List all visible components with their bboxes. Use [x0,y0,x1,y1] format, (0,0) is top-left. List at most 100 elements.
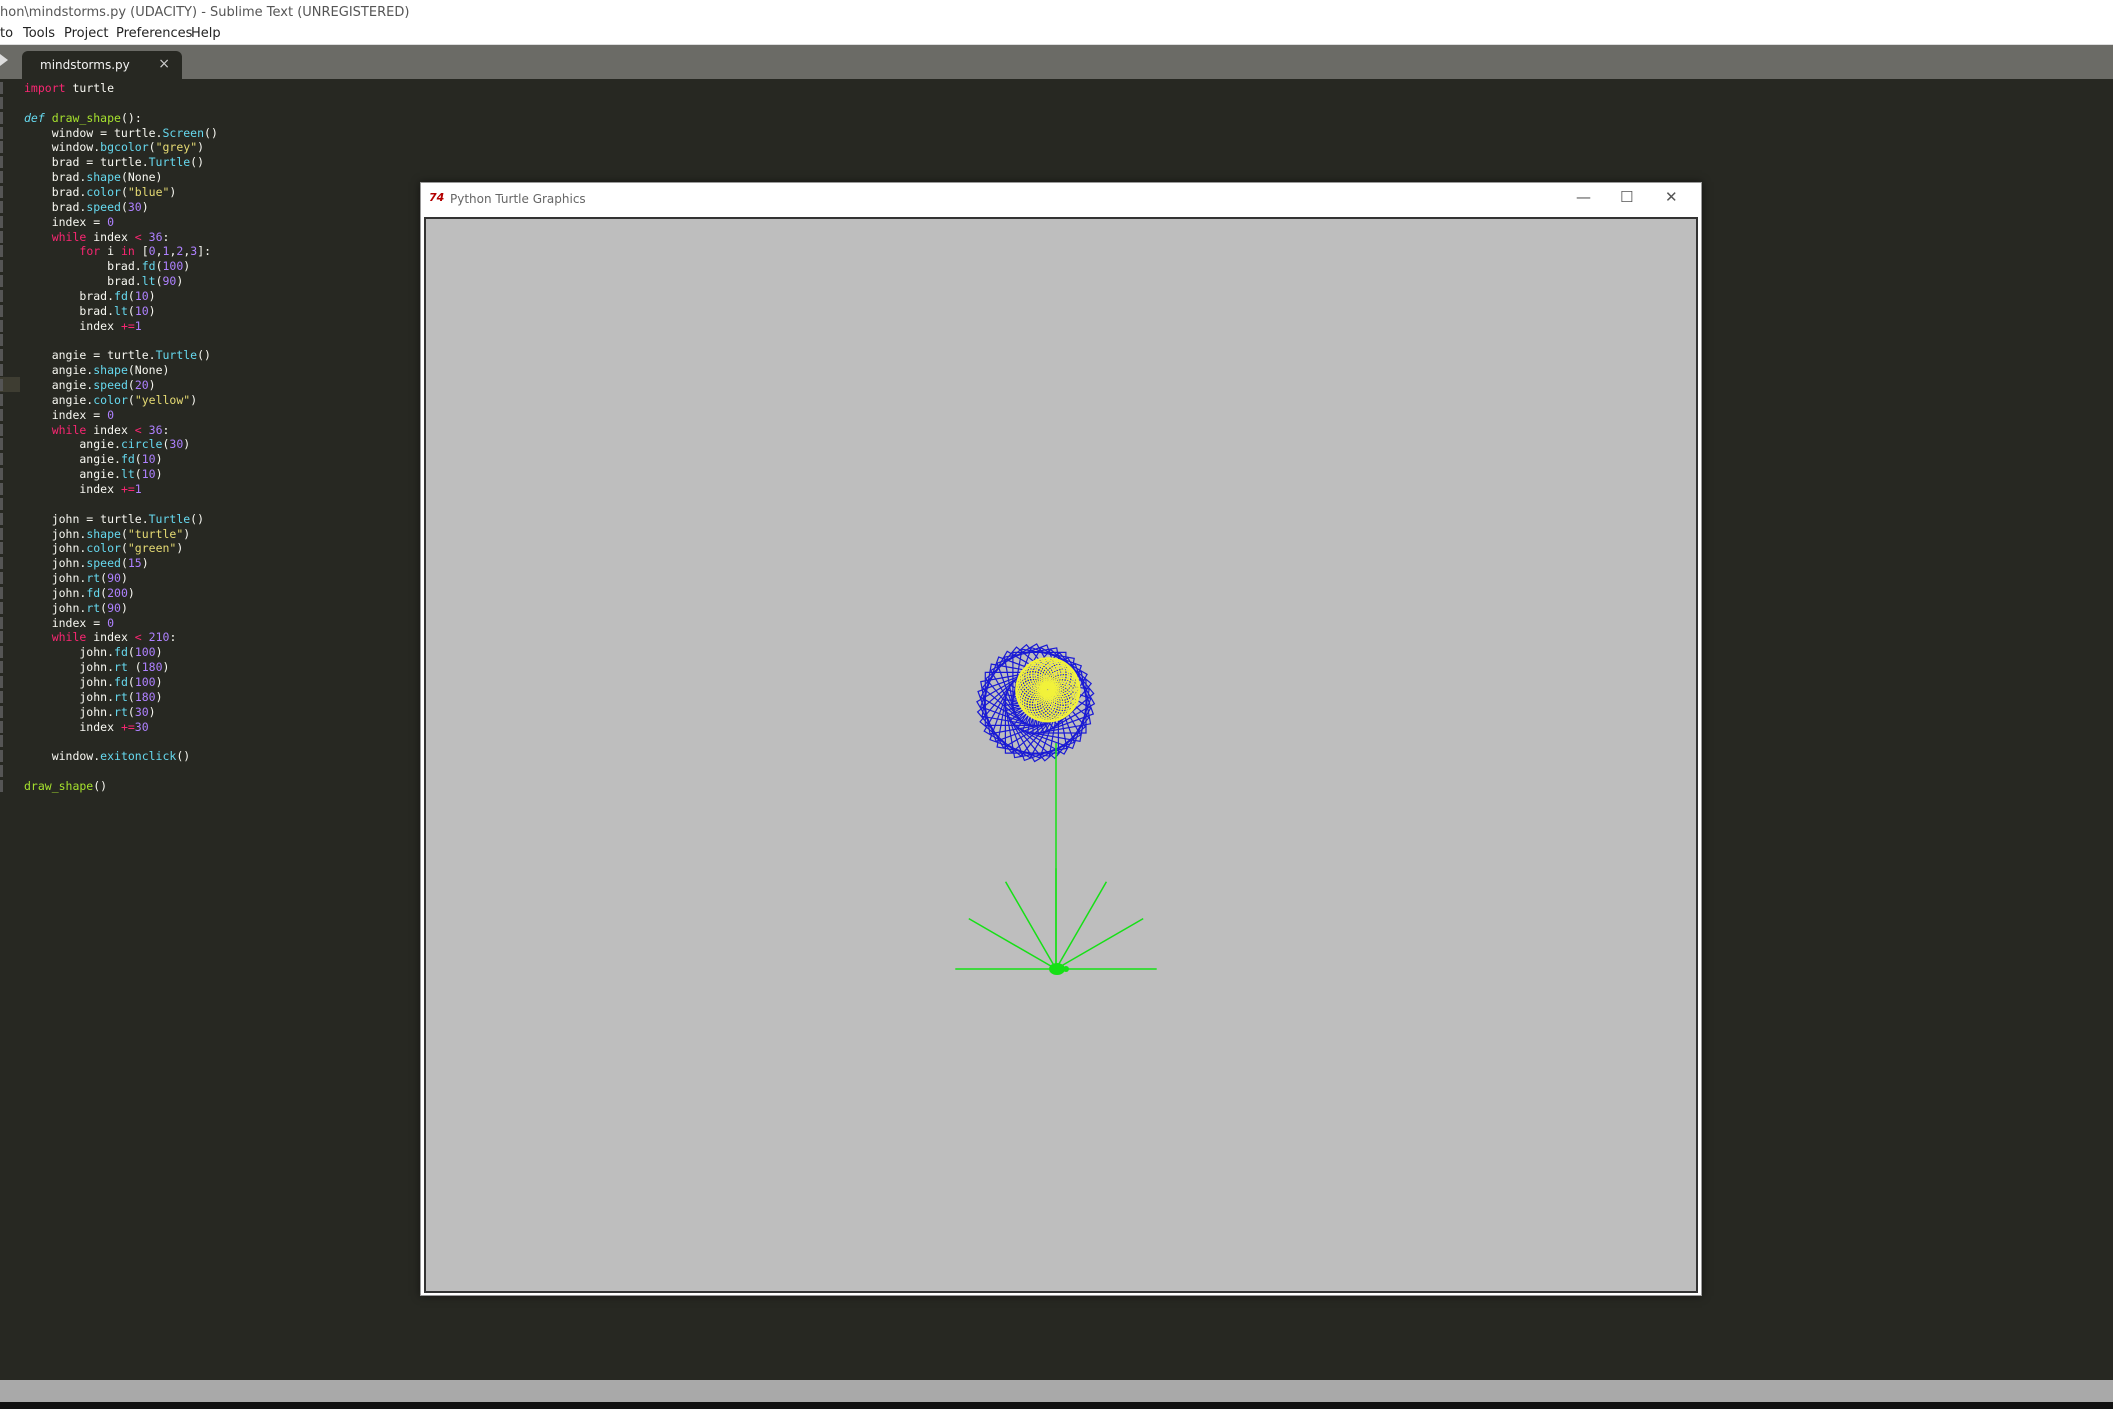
line-number-marker [0,304,3,317]
line-number-marker [0,289,3,302]
menu-tools[interactable]: Tools [23,26,55,41]
menu-preferences[interactable]: Preferences [116,26,192,41]
code-line[interactable]: brad = turtle.Turtle() [24,155,204,170]
code-line[interactable]: john.rt(180) [24,690,162,705]
line-number-marker [0,676,3,688]
code-line[interactable]: angie.lt(10) [24,467,162,482]
line-number-marker [0,156,3,169]
line-number-marker [0,661,3,674]
code-line[interactable]: brad.fd(10) [24,289,155,304]
line-number-marker [0,453,3,466]
line-number-marker [0,215,3,228]
tab-strip: mindstorms.py × [0,45,2113,79]
line-number-marker [0,527,3,540]
code-line[interactable]: import turtle [24,81,114,96]
line-number-marker [0,334,3,347]
code-line[interactable]: index +=30 [24,720,148,735]
maximize-icon[interactable]: ☐ [1620,188,1633,206]
tab-mindstorms[interactable]: mindstorms.py × [22,51,182,79]
line-number-marker [0,497,3,510]
taskbar [0,1402,2113,1409]
code-line[interactable]: john.fd(200) [24,586,135,601]
line-number-marker [0,601,3,614]
code-line[interactable]: while index < 210: [24,630,177,645]
line-number-marker [0,468,3,481]
code-line[interactable]: while index < 36: [24,423,170,438]
code-line[interactable]: brad.lt(10) [24,304,155,319]
code-line[interactable]: window = turtle.Screen() [24,126,218,141]
code-line[interactable]: john = turtle.Turtle() [24,512,204,527]
green-ray [1055,881,1108,970]
turtle-window-title: Python Turtle Graphics [450,192,586,206]
tk-feather-icon: 74 [429,191,445,204]
editor-window-title: hon\mindstorms.py (UDACITY) - Sublime Te… [0,5,410,20]
code-line[interactable]: brad.speed(30) [24,200,149,215]
code-line[interactable]: john.rt(30) [24,705,155,720]
close-icon[interactable]: ✕ [1665,188,1678,206]
line-number-marker [0,616,3,629]
code-line[interactable]: john.shape("turtle") [24,527,191,542]
code-line[interactable]: john.speed(15) [24,556,149,571]
line-number-marker [0,408,3,421]
turtle-head-icon [1063,966,1069,972]
status-bar [0,1380,2113,1402]
code-line[interactable]: john.fd(100) [24,645,162,660]
code-line[interactable]: angie.speed(20) [24,378,156,393]
code-line[interactable]: john.color("green") [24,541,184,556]
line-number-marker [0,735,3,748]
menu-project[interactable]: Project [64,26,108,41]
code-line[interactable]: angie.fd(10) [24,452,162,467]
sidebar-toggle-icon[interactable] [0,54,8,66]
code-line[interactable]: def draw_shape(): [24,111,142,126]
line-number-marker [0,557,3,570]
line-number-marker [0,765,3,778]
code-line[interactable]: draw_shape() [24,779,107,794]
line-number-marker [0,126,3,139]
code-line[interactable]: index +=1 [24,482,141,497]
line-number-marker [0,646,3,659]
menu-help[interactable]: Help [191,26,221,41]
code-line[interactable]: john.fd(100) [24,675,162,690]
line-number-marker [0,171,3,184]
line-number-marker [0,779,3,792]
code-line[interactable]: angie.circle(30) [24,437,190,452]
line-number-marker [0,111,3,124]
minimize-icon[interactable]: — [1576,188,1591,206]
code-line[interactable]: for i in [0,1,2,3]: [24,244,211,259]
code-line[interactable]: brad.color("blue") [24,185,177,200]
editor-title-bar: hon\mindstorms.py (UDACITY) - Sublime Te… [0,0,2113,26]
line-number-marker [0,393,3,406]
code-line[interactable]: brad.fd(100) [24,259,190,274]
line-number-marker [0,82,3,94]
code-line[interactable]: john.rt(90) [24,571,128,586]
code-line[interactable]: brad.shape(None) [24,170,163,185]
code-line[interactable]: while index < 36: [24,230,170,245]
code-line[interactable]: john.rt (180) [24,660,169,675]
code-line[interactable]: angie.shape(None) [24,363,170,378]
code-line[interactable]: john.rt(90) [24,601,128,616]
code-line[interactable]: window.bgcolor("grey") [24,140,204,155]
line-number-marker [0,364,3,377]
menu-goto[interactable]: to [0,26,13,41]
line-number-marker [0,690,3,703]
line-number-marker [0,245,3,258]
code-line[interactable]: angie = turtle.Turtle() [24,348,211,363]
line-number-marker [0,185,3,198]
line-number-marker [0,200,3,213]
code-line[interactable]: window.exitonclick() [24,749,191,764]
code-line[interactable]: brad.lt(90) [24,274,183,289]
line-number-marker [0,141,3,154]
line-number-marker [0,260,3,273]
line-number-marker [0,423,3,436]
turtle-canvas[interactable] [424,217,1698,1293]
green-ray [1004,881,1057,970]
code-line[interactable]: index = 0 [24,215,114,230]
code-line[interactable]: index = 0 [24,616,114,631]
code-editor[interactable]: import turtle def draw_shape(): window = … [0,79,420,1379]
code-line[interactable]: index +=1 [24,319,141,334]
code-line[interactable]: angie.color("yellow") [24,393,197,408]
code-line[interactable]: index = 0 [24,408,114,423]
tab-close-icon[interactable]: × [158,56,170,72]
current-line-gutter-highlight [0,377,20,392]
line-number-marker [0,379,3,391]
